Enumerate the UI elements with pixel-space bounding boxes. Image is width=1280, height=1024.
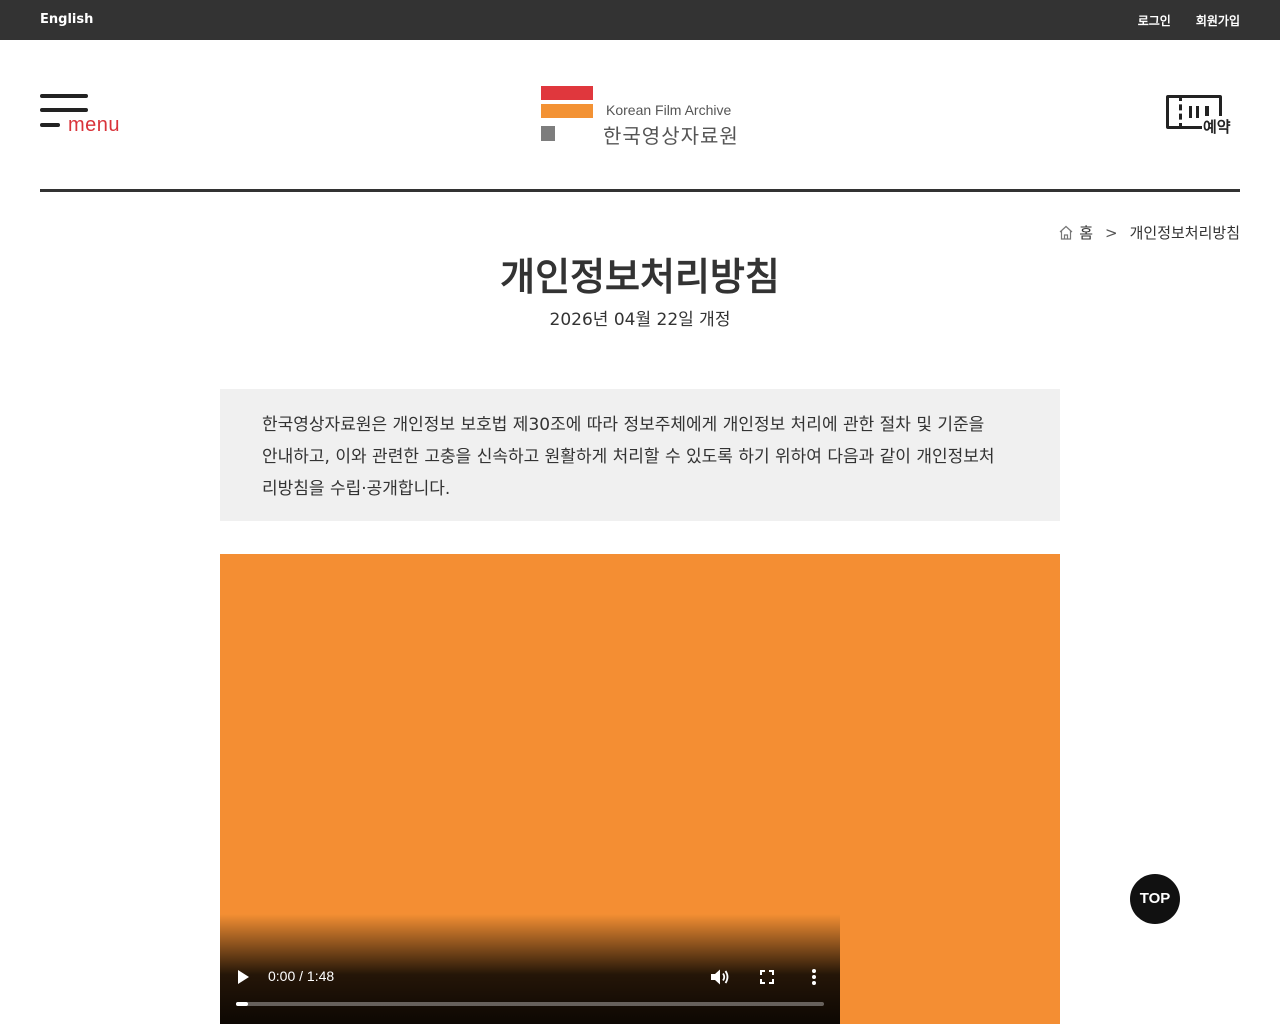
more-dot (812, 969, 816, 973)
site-header: menu Korean Film Archive 한국영상자료원 예약 (40, 40, 1240, 192)
revision-date: 2026년 04월 22일 개정 (549, 310, 731, 330)
fullscreen-icon[interactable] (760, 970, 774, 984)
signup-link[interactable]: 회원가입 (1196, 12, 1240, 29)
english-language-link[interactable]: English (40, 12, 93, 27)
menu-button[interactable]: menu (40, 94, 140, 136)
breadcrumb-separator: > (1105, 223, 1118, 242)
menu-label: menu (68, 114, 121, 136)
more-dot (812, 981, 816, 985)
logo-korean-text: 한국영상자료원 (603, 124, 739, 148)
video-time: 0:00 / 1:48 (268, 968, 335, 984)
page-title: 개인정보처리방침 (500, 255, 780, 299)
intro-notice-box: 한국영상자료원은 개인정보 보호법 제30조에 따라 정보주체에게 개인정보 처… (220, 389, 1060, 521)
reservation-label: 예약 (1202, 116, 1232, 137)
hamburger-icon-bar (40, 123, 60, 127)
breadcrumb-home[interactable]: 홈 (1079, 222, 1093, 243)
logo-english-text: Korean Film Archive (606, 102, 732, 118)
more-dot (812, 975, 816, 979)
volume-icon[interactable] (710, 968, 730, 986)
hamburger-icon (40, 94, 88, 98)
breadcrumb-current: 개인정보처리방침 (1129, 224, 1240, 242)
video-player[interactable]: 0:00 / 1:48 (220, 554, 1060, 1024)
intro-line: 리방침을 수립·공개합니다. (262, 479, 451, 499)
video-progress-bar[interactable] (236, 1002, 824, 1006)
scroll-to-top-button[interactable]: TOP (1130, 874, 1180, 924)
logo-gray-square (541, 126, 555, 141)
hamburger-icon-bar (40, 108, 88, 112)
video-controls: 0:00 / 1:48 (220, 914, 840, 1024)
login-link[interactable]: 로그인 (1138, 12, 1171, 29)
account-links: 로그인 회원가입 (1138, 12, 1240, 29)
ticket-perforation (1179, 95, 1182, 129)
logo-red-stripe (541, 86, 593, 100)
top-utility-bar: English 로그인 회원가입 (0, 0, 1280, 40)
site-logo[interactable]: Korean Film Archive 한국영상자료원 (540, 86, 750, 148)
breadcrumb: 홈 > 개인정보처리방침 (1059, 222, 1240, 243)
video-progress-fill (236, 1002, 248, 1006)
reservation-button[interactable]: 예약 (1166, 95, 1238, 139)
intro-line: 한국영상자료원은 개인정보 보호법 제30조에 따라 정보주체에게 개인정보 처… (262, 415, 985, 435)
home-icon[interactable] (1059, 225, 1073, 240)
intro-line: 안내하고, 이와 관련한 고충을 신속하고 원활하게 처리할 수 있도록 하기 … (262, 447, 995, 467)
play-icon[interactable] (238, 970, 249, 984)
logo-orange-stripe (541, 104, 593, 118)
more-options-icon[interactable] (812, 969, 816, 985)
